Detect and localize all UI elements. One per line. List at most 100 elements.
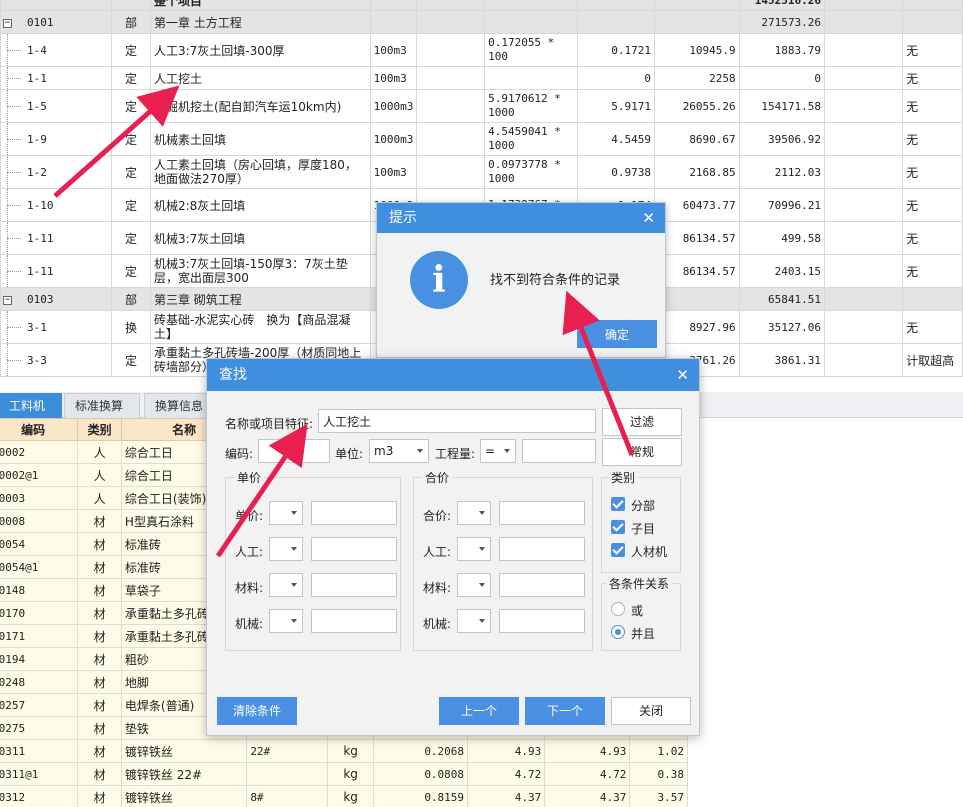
material-total[interactable]: 0.38 xyxy=(629,762,688,786)
material-market-price[interactable]: 4.93 xyxy=(544,739,631,763)
material-spec[interactable]: 22# xyxy=(246,739,329,763)
item-name[interactable]: 机械素土回填 xyxy=(149,122,371,156)
material-kind[interactable]: 材 xyxy=(77,716,122,740)
unit-machine-op-select[interactable] xyxy=(269,609,303,633)
item-expression[interactable] xyxy=(484,10,578,34)
find-dialog-titlebar[interactable]: 查找 ✕ xyxy=(207,359,699,391)
unit-labor-op-select[interactable] xyxy=(269,537,303,561)
material-name[interactable]: 镀锌铁丝 22# xyxy=(120,762,248,786)
item-total[interactable]: 2403.15 xyxy=(738,254,826,288)
item-note[interactable]: 无 xyxy=(902,122,963,156)
relation-radio-and[interactable] xyxy=(611,625,625,639)
item-expression[interactable] xyxy=(484,66,578,90)
material-unit[interactable]: kg xyxy=(327,739,374,763)
item-unit[interactable]: 100m3 xyxy=(369,33,418,67)
total-price-input[interactable] xyxy=(499,501,585,525)
material-row[interactable]: 00311@1材镀锌铁丝 22#kg0.08084.724.720.38 xyxy=(0,762,688,786)
item-total[interactable]: 154171.58 xyxy=(738,89,826,123)
item-note[interactable]: 无 xyxy=(902,33,963,67)
next-button[interactable]: 下一个 xyxy=(525,697,605,725)
item-name[interactable]: 挖掘机挖土(配自卸汽车运10km内) xyxy=(149,89,371,123)
material-budget-price[interactable]: 4.37 xyxy=(467,785,546,807)
material-name[interactable]: 镀锌铁丝 xyxy=(120,739,248,763)
item-row[interactable]: 1-4 定人工3:7灰土回填-300厚 100m3 0.172055 * 100 0.1… xyxy=(0,33,963,67)
item-unit-price[interactable]: 8927.96 xyxy=(654,310,740,344)
item-unit-price[interactable] xyxy=(654,10,740,34)
relation-radio-or[interactable] xyxy=(611,602,625,616)
material-kind[interactable]: 材 xyxy=(77,509,122,533)
item-note[interactable]: 无 xyxy=(902,66,963,90)
material-budget-price[interactable]: 4.72 xyxy=(467,762,546,786)
unit-material-input[interactable] xyxy=(311,573,397,597)
item-name[interactable]: 第一章 土方工程 xyxy=(149,10,371,34)
material-kind[interactable]: 材 xyxy=(77,647,122,671)
item-name[interactable]: 人工3:7灰土回填-300厚 xyxy=(149,33,371,67)
item-unit-price[interactable]: 86134.57 xyxy=(654,254,740,288)
material-unit[interactable]: kg xyxy=(327,762,374,786)
material-unit[interactable]: kg xyxy=(327,785,374,807)
collapse-icon[interactable]: − xyxy=(3,19,12,28)
item-expression[interactable]: 0.0973778 * 1000 xyxy=(484,155,578,189)
item-name[interactable]: 机械2:8灰土回填 xyxy=(149,188,371,222)
item-total[interactable]: 70996.21 xyxy=(738,188,826,222)
material-code[interactable]: 00311 xyxy=(0,739,79,763)
item-kind[interactable]: 定 xyxy=(111,33,151,67)
material-market-price[interactable]: 4.72 xyxy=(544,762,631,786)
item-note[interactable]: 无 xyxy=(902,310,963,344)
item-total[interactable]: 271573.26 xyxy=(738,10,826,34)
filter-button[interactable]: 过滤 xyxy=(602,408,682,436)
collapse-icon[interactable]: − xyxy=(3,296,12,305)
material-kind[interactable]: 材 xyxy=(77,578,122,602)
item-unit[interactable]: 1000m3 xyxy=(369,122,418,156)
close-icon[interactable]: ✕ xyxy=(676,359,689,391)
item-total[interactable]: 499.58 xyxy=(738,221,826,255)
qty-operator-select[interactable]: = xyxy=(480,439,516,463)
item-note[interactable]: 无 xyxy=(902,188,963,222)
item-note[interactable] xyxy=(902,10,963,34)
item-unit[interactable]: 1000m3 xyxy=(369,89,418,123)
item-kind[interactable]: 部 xyxy=(111,10,151,34)
hint-dialog-titlebar[interactable]: 提示 ✕ xyxy=(377,203,665,233)
item-note[interactable]: 无 xyxy=(902,254,963,288)
material-kind[interactable]: 材 xyxy=(77,670,122,694)
material-total[interactable]: 1.02 xyxy=(629,739,688,763)
category-checkbox-item[interactable] xyxy=(611,520,625,534)
item-unit-price[interactable] xyxy=(654,287,740,311)
item-kind[interactable]: 定 xyxy=(111,188,151,222)
item-kind[interactable]: 定 xyxy=(111,122,151,156)
item-unit-price[interactable]: 8690.67 xyxy=(654,122,740,156)
total-material-input[interactable] xyxy=(499,573,585,597)
item-kind[interactable]: 定 xyxy=(111,221,151,255)
close-button[interactable]: 关闭 xyxy=(611,697,691,725)
total-labor-op-select[interactable] xyxy=(457,537,491,561)
unit-material-op-select[interactable] xyxy=(269,573,303,597)
item-total[interactable]: 0 xyxy=(738,66,826,90)
item-kind[interactable]: 部 xyxy=(111,287,151,311)
material-row[interactable]: 00311材镀锌铁丝22#kg0.20684.934.931.02 xyxy=(0,739,688,763)
material-qty[interactable]: 0.8159 xyxy=(372,785,469,807)
unit-price-input[interactable] xyxy=(311,501,397,525)
chapter-row[interactable]: − 0101 部第一章 土方工程 271573.26 xyxy=(0,10,963,34)
item-row[interactable]: 1-2 定人工素土回填（房心回填，厚度180，地面做法270厚） 100m3 0.09… xyxy=(0,155,963,189)
qty-input[interactable] xyxy=(522,439,596,463)
item-quantity[interactable]: 0.9738 xyxy=(576,155,656,189)
material-kind[interactable]: 材 xyxy=(77,762,122,786)
material-budget-price[interactable]: 4.93 xyxy=(467,739,546,763)
item-name[interactable]: 机械3:7灰土回填 xyxy=(149,221,371,255)
total-labor-input[interactable] xyxy=(499,537,585,561)
material-kind[interactable]: 人 xyxy=(77,463,122,487)
item-unit-price[interactable]: 2258 xyxy=(654,66,740,90)
item-quantity[interactable]: 0 xyxy=(576,66,656,90)
item-row[interactable]: 1-9 定机械素土回填 1000m3 4.5459041 * 1000 4.5459 86… xyxy=(0,122,963,156)
material-code[interactable]: 00257 xyxy=(0,693,79,717)
material-code[interactable]: 00003 xyxy=(0,486,79,510)
material-kind[interactable]: 材 xyxy=(77,555,122,579)
material-qty[interactable]: 0.2068 xyxy=(372,739,469,763)
normal-button[interactable]: 常规 xyxy=(602,438,682,466)
item-note[interactable] xyxy=(902,287,963,311)
clear-conditions-button[interactable]: 清除条件 xyxy=(217,697,297,725)
item-row[interactable]: 1-5 定挖掘机挖土(配自卸汽车运10km内) 1000m3 5.9170612 * … xyxy=(0,89,963,123)
material-spec[interactable] xyxy=(246,762,329,786)
material-code[interactable]: 00054 xyxy=(0,532,79,556)
unit-labor-input[interactable] xyxy=(311,537,397,561)
